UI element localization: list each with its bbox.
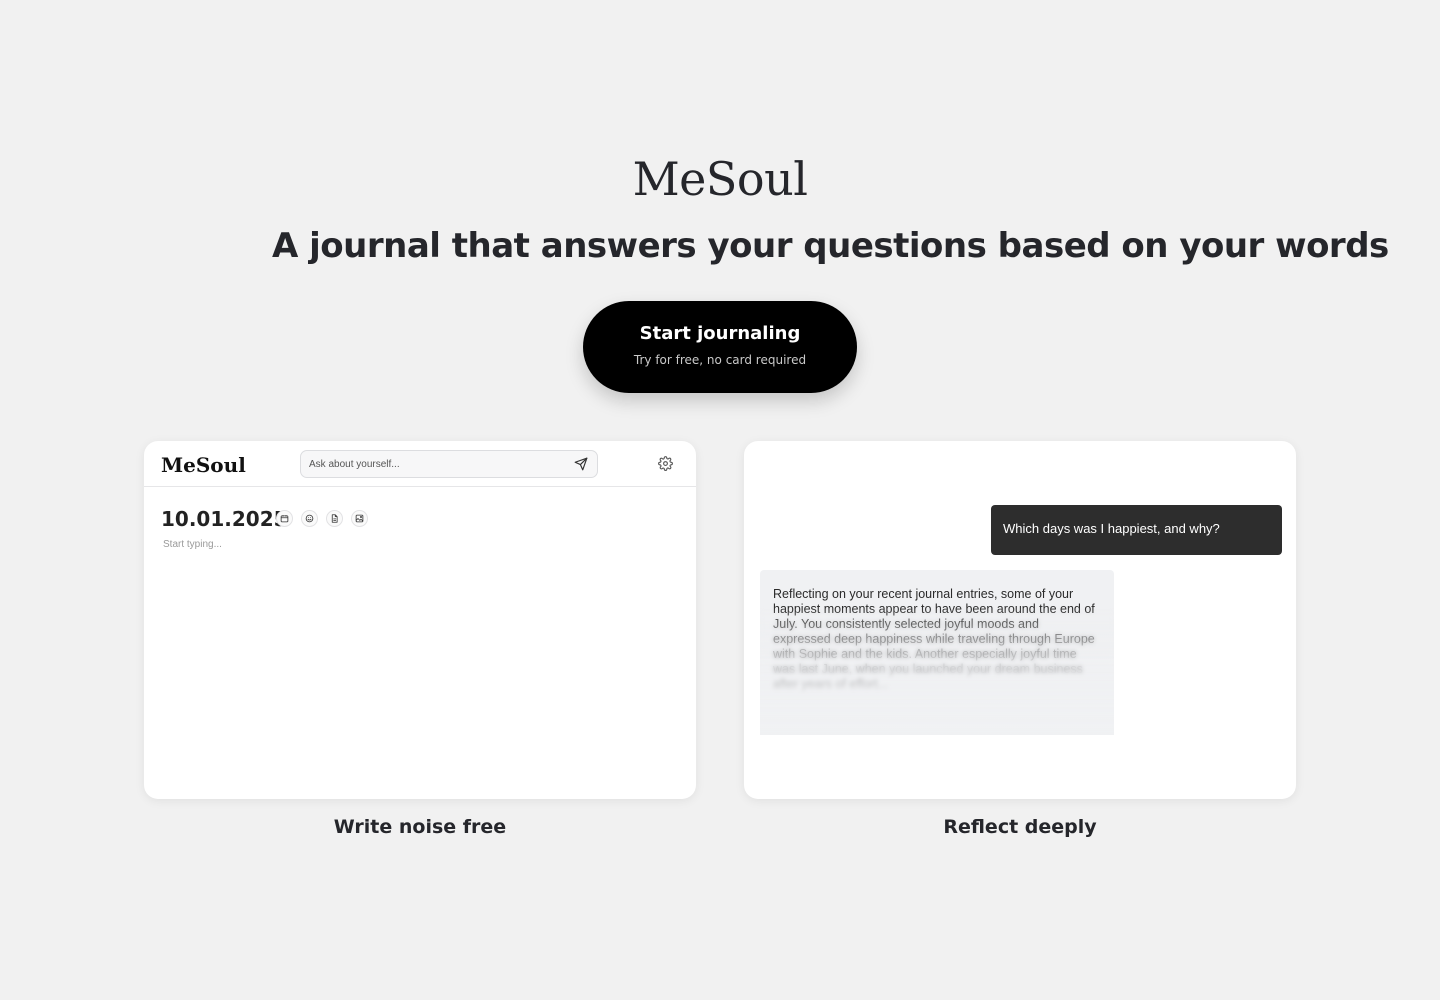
- answer-fade-overlay: [760, 606, 1114, 735]
- landing-page: MeSoul A journal that answers your quest…: [0, 0, 1440, 1000]
- ask-input[interactable]: [309, 451, 569, 477]
- ask-box: [300, 450, 598, 478]
- start-journaling-button[interactable]: Start journaling Try for free, no card r…: [583, 301, 857, 393]
- editor-logo: MeSoul: [161, 453, 246, 477]
- gear-icon[interactable]: [658, 456, 673, 471]
- calendar-button[interactable]: [276, 510, 293, 527]
- hero-headline: A journal that answers your questions ba…: [272, 226, 1389, 266]
- calendar-icon: [280, 515, 289, 523]
- entry-date: 10.01.2025: [161, 507, 288, 531]
- mood-button[interactable]: [301, 510, 318, 527]
- brand-logo: MeSoul: [632, 152, 808, 206]
- cta-sublabel: Try for free, no card required: [633, 353, 807, 367]
- image-button[interactable]: [351, 510, 368, 527]
- document-button[interactable]: [326, 510, 343, 527]
- reflect-preview-card: Which days was I happiest, and why? Refl…: [744, 441, 1296, 799]
- answer-bubble: Reflecting on your recent journal entrie…: [760, 570, 1114, 735]
- reflect-caption: Reflect deeply: [943, 816, 1097, 838]
- entry-body-input[interactable]: [163, 539, 663, 739]
- editor-header: MeSoul: [144, 441, 696, 487]
- document-icon: [331, 514, 338, 523]
- question-bubble: Which days was I happiest, and why?: [991, 505, 1282, 555]
- send-icon[interactable]: [574, 457, 588, 471]
- smiley-icon: [305, 514, 314, 523]
- editor-caption: Write noise free: [333, 816, 507, 838]
- image-icon: [355, 514, 364, 523]
- editor-preview-card: MeSoul 10.01.2025: [144, 441, 696, 799]
- cta-label: Start journaling: [639, 323, 801, 344]
